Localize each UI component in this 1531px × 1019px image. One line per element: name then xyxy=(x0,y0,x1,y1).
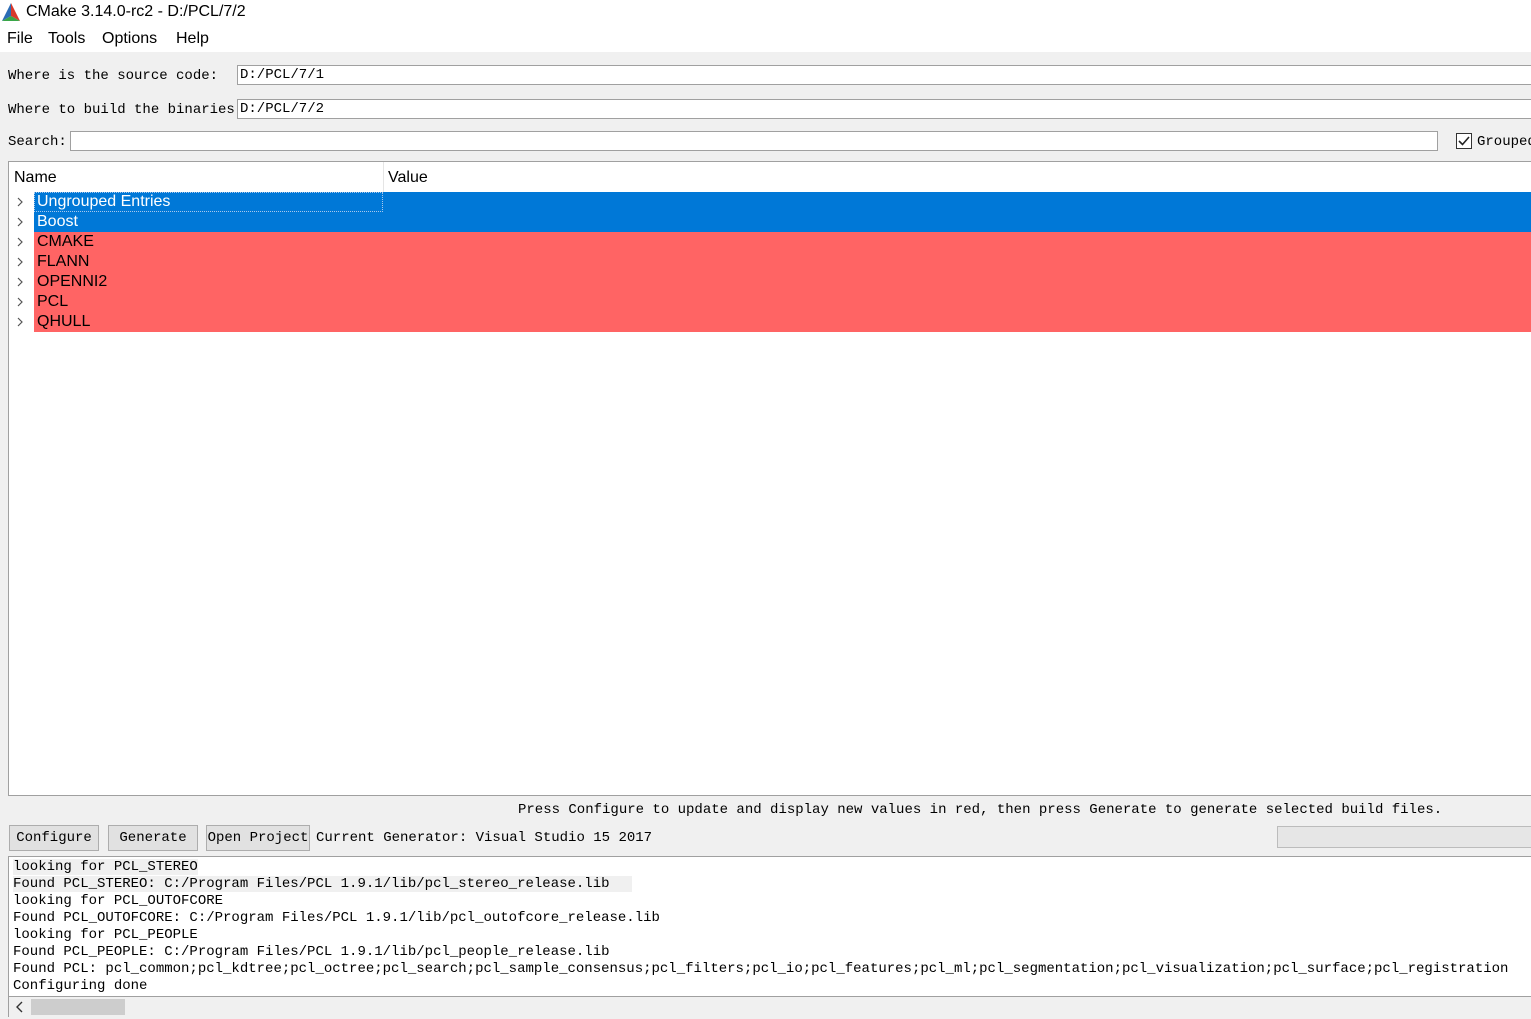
log-line: Configuring done xyxy=(13,978,148,994)
search-label: Search: xyxy=(8,134,67,150)
chevron-right-icon[interactable] xyxy=(13,255,27,269)
tree-row-label: Boost xyxy=(37,213,78,230)
configure-button[interactable]: Configure xyxy=(9,825,99,851)
menu-tools[interactable]: Tools xyxy=(48,30,85,48)
hint-text: Press Configure to update and display ne… xyxy=(518,802,1443,818)
tree-row-ungrouped-entries[interactable]: Ungrouped Entries xyxy=(9,192,1531,212)
tree-header: Name Value xyxy=(9,162,1531,192)
tree-row-label: CMAKE xyxy=(37,233,94,250)
title-bar: CMake 3.14.0-rc2 - D:/PCL/7/2 xyxy=(0,0,1531,25)
tree-row-boost[interactable]: Boost xyxy=(9,212,1531,232)
column-header-value[interactable]: Value xyxy=(388,169,428,187)
progress-bar xyxy=(1277,826,1531,848)
menu-help[interactable]: Help xyxy=(176,30,209,48)
tree-row-label: FLANN xyxy=(37,253,90,270)
log-line: Found PCL_PEOPLE: C:/Program Files/PCL 1… xyxy=(13,944,610,960)
horizontal-scrollbar[interactable] xyxy=(8,997,1531,1017)
log-line: Found PCL: pcl_common;pcl_kdtree;pcl_oct… xyxy=(13,961,1509,977)
menu-options[interactable]: Options xyxy=(102,30,157,48)
log-line: looking for PCL_STEREO xyxy=(13,859,198,875)
menu-bar: File Tools Options Help xyxy=(0,25,1531,52)
source-label: Where is the source code: xyxy=(8,68,219,84)
output-log[interactable]: looking for PCL_STEREO Found PCL_STEREO:… xyxy=(8,856,1531,997)
chevron-right-icon[interactable] xyxy=(13,195,27,209)
column-separator[interactable] xyxy=(383,162,384,192)
log-line: looking for PCL_PEOPLE xyxy=(13,927,198,943)
row-highlight xyxy=(34,212,1531,232)
build-label: Where to build the binaries: xyxy=(8,102,244,118)
log-line: Found PCL_OUTOFCORE: C:/Program Files/PC… xyxy=(13,910,660,926)
tree-row-label: PCL xyxy=(37,293,69,310)
tree-row-cmake[interactable]: CMAKE xyxy=(9,232,1531,252)
grouped-label: Grouped xyxy=(1477,134,1531,150)
chevron-right-icon[interactable] xyxy=(13,295,27,309)
open-project-button[interactable]: Open Project xyxy=(206,825,310,851)
column-header-name[interactable]: Name xyxy=(14,169,57,187)
current-generator: Current Generator: Visual Studio 15 2017 xyxy=(316,830,653,846)
chevron-right-icon[interactable] xyxy=(13,235,27,249)
tree-row-openni2[interactable]: OPENNI2 xyxy=(9,272,1531,292)
cmake-logo-icon xyxy=(2,3,20,21)
tree-row-pcl[interactable]: PCL xyxy=(9,292,1531,312)
log-line: Found PCL_STEREO: C:/Program Files/PCL 1… xyxy=(13,876,632,892)
row-highlight xyxy=(34,252,1531,272)
grouped-checkbox[interactable] xyxy=(1456,133,1472,149)
tree-row-label: QHULL xyxy=(37,313,91,330)
row-highlight xyxy=(34,292,1531,312)
search-input[interactable] xyxy=(70,131,1438,151)
generate-button[interactable]: Generate xyxy=(108,825,198,851)
scroll-left-icon[interactable] xyxy=(15,1001,25,1013)
log-line: looking for PCL_OUTOFCORE xyxy=(13,893,224,909)
row-highlight xyxy=(34,232,1531,252)
chevron-right-icon[interactable] xyxy=(13,215,27,229)
tree-row-label: Ungrouped Entries xyxy=(37,193,171,210)
tree-row-qhull[interactable]: QHULL xyxy=(9,312,1531,332)
check-icon xyxy=(1458,136,1470,146)
scroll-thumb[interactable] xyxy=(31,999,125,1015)
tree-row-flann[interactable]: FLANN xyxy=(9,252,1531,272)
cache-tree[interactable]: Name Value Ungrouped Entries Boost CMAKE… xyxy=(8,161,1531,796)
tree-row-label: OPENNI2 xyxy=(37,273,108,290)
chevron-right-icon[interactable] xyxy=(13,315,27,329)
window-title: CMake 3.14.0-rc2 - D:/PCL/7/2 xyxy=(26,3,246,20)
menu-file[interactable]: File xyxy=(7,30,33,48)
build-path-input[interactable]: D:/PCL/7/2 xyxy=(237,99,1531,119)
row-highlight xyxy=(34,312,1531,332)
chevron-right-icon[interactable] xyxy=(13,275,27,289)
row-highlight xyxy=(34,272,1531,292)
source-path-input[interactable]: D:/PCL/7/1 xyxy=(237,65,1531,85)
